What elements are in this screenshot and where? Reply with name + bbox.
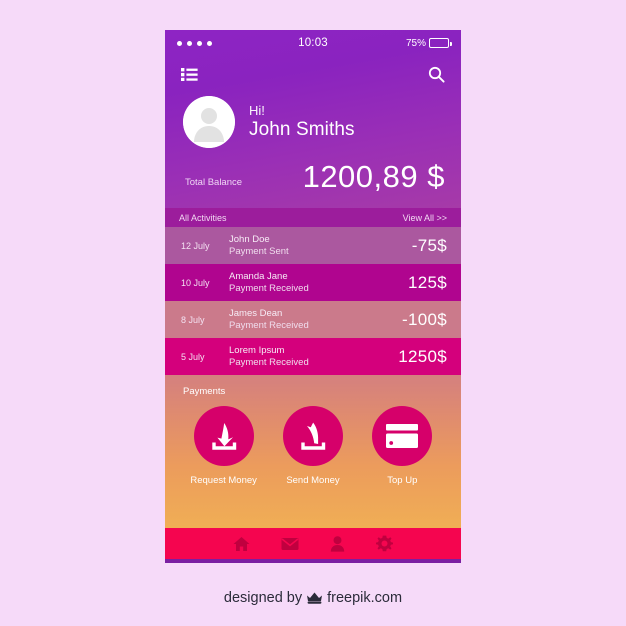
payments-actions: Request Money Send Money Top Up [165,397,461,486]
activity-name: Amanda Jane [229,270,288,282]
nav-home-button[interactable] [233,536,250,552]
activities-header: All Activities View All >> [165,208,461,227]
activity-subtitle: Payment Received [229,319,309,331]
footer-brand: freepik.com [327,590,403,606]
send-money-button[interactable] [282,406,343,466]
footer-credit: designed by freepik.com [0,590,626,606]
activity-row[interactable]: 12 July John Doe Payment Sent -75$ [165,227,461,264]
download-arrow-icon [211,423,236,450]
user-avatar-icon [183,96,235,148]
view-all-link[interactable]: View All >> [403,213,447,223]
header-section: 10:03 75% Hi! John Smiths Total Balance … [165,30,461,208]
activity-name: James Dean [229,307,283,319]
person-icon [330,535,345,552]
greeting-text: Hi! [249,102,265,118]
balance-block: Total Balance 1200,89 $ [165,148,461,194]
activity-details: Lorem Ipsum Payment Received [229,345,398,369]
freepik-crown-icon [307,592,323,604]
activity-date: 12 July [181,240,210,251]
avatar[interactable] [183,96,235,148]
payment-action-request-money[interactable]: Request Money [184,406,264,486]
activity-date: 10 July [181,277,210,288]
envelope-icon [281,537,299,550]
top-up-label: Top Up [387,475,418,486]
request-money-button[interactable] [193,406,254,466]
activity-details: Amanda Jane Payment Received [229,271,408,295]
activities-title: All Activities [179,212,227,223]
activity-subtitle: Payment Sent [229,245,289,257]
search-button[interactable] [428,66,445,83]
total-balance-amount: 1200,89 $ [302,159,445,194]
activity-amount: -100$ [402,309,447,329]
app-bar [165,56,461,92]
phone-mockup: 10:03 75% Hi! John Smiths Total Balance … [165,30,461,563]
greeting-block: Hi! John Smiths [249,103,355,142]
activity-row[interactable]: 5 July Lorem Ipsum Payment Received 1250$ [165,338,461,375]
gear-icon [376,535,393,552]
total-balance-label: Total Balance [185,177,243,188]
payment-action-top-up[interactable]: Top Up [362,406,442,486]
activity-amount: 1250$ [398,346,447,366]
search-icon [428,66,445,83]
activity-name: Lorem Ipsum [229,344,285,356]
menu-button[interactable] [181,67,198,81]
home-icon [233,536,250,551]
battery-percent-label: 75% [405,37,426,49]
nav-settings-button[interactable] [376,535,393,552]
nav-profile-button[interactable] [330,535,345,552]
activity-amount: 125$ [407,272,447,292]
activity-details: James Dean Payment Received [229,308,402,332]
nav-mail-button[interactable] [281,537,299,551]
activities-list: 12 July John Doe Payment Sent -75$ 10 July Am… [165,227,461,375]
battery-icon [429,38,452,48]
payments-title: Payments [183,386,226,397]
profile-block: Hi! John Smiths [165,92,461,148]
battery-indicator: 75% [405,37,452,49]
top-up-button[interactable] [372,406,433,466]
activity-date: 5 July [181,351,205,362]
bottom-navigation [165,528,461,559]
status-bar: 10:03 75% [165,30,461,56]
activity-row[interactable]: 10 July Amanda Jane Payment Received 125$ [165,264,461,301]
credit-card-icon [386,424,419,448]
footer-prefix: designed by [223,590,303,606]
activity-amount: -75$ [411,235,447,255]
activity-subtitle: Payment Received [229,356,309,368]
activity-details: John Doe Payment Sent [229,234,412,258]
activity-row[interactable]: 8 July James Dean Payment Received -100$ [165,301,461,338]
list-menu-icon [181,67,198,81]
activity-subtitle: Payment Received [229,282,309,294]
activity-date: 8 July [181,314,205,325]
payments-section: Payments Request Money Send Money Top Up [165,375,461,528]
send-money-label: Send Money [286,475,340,486]
request-money-label: Request Money [190,475,257,486]
upload-arrow-icon [301,422,326,450]
activity-name: John Doe [229,233,270,245]
user-name: John Smiths [249,118,355,140]
payment-action-send-money[interactable]: Send Money [273,406,353,486]
